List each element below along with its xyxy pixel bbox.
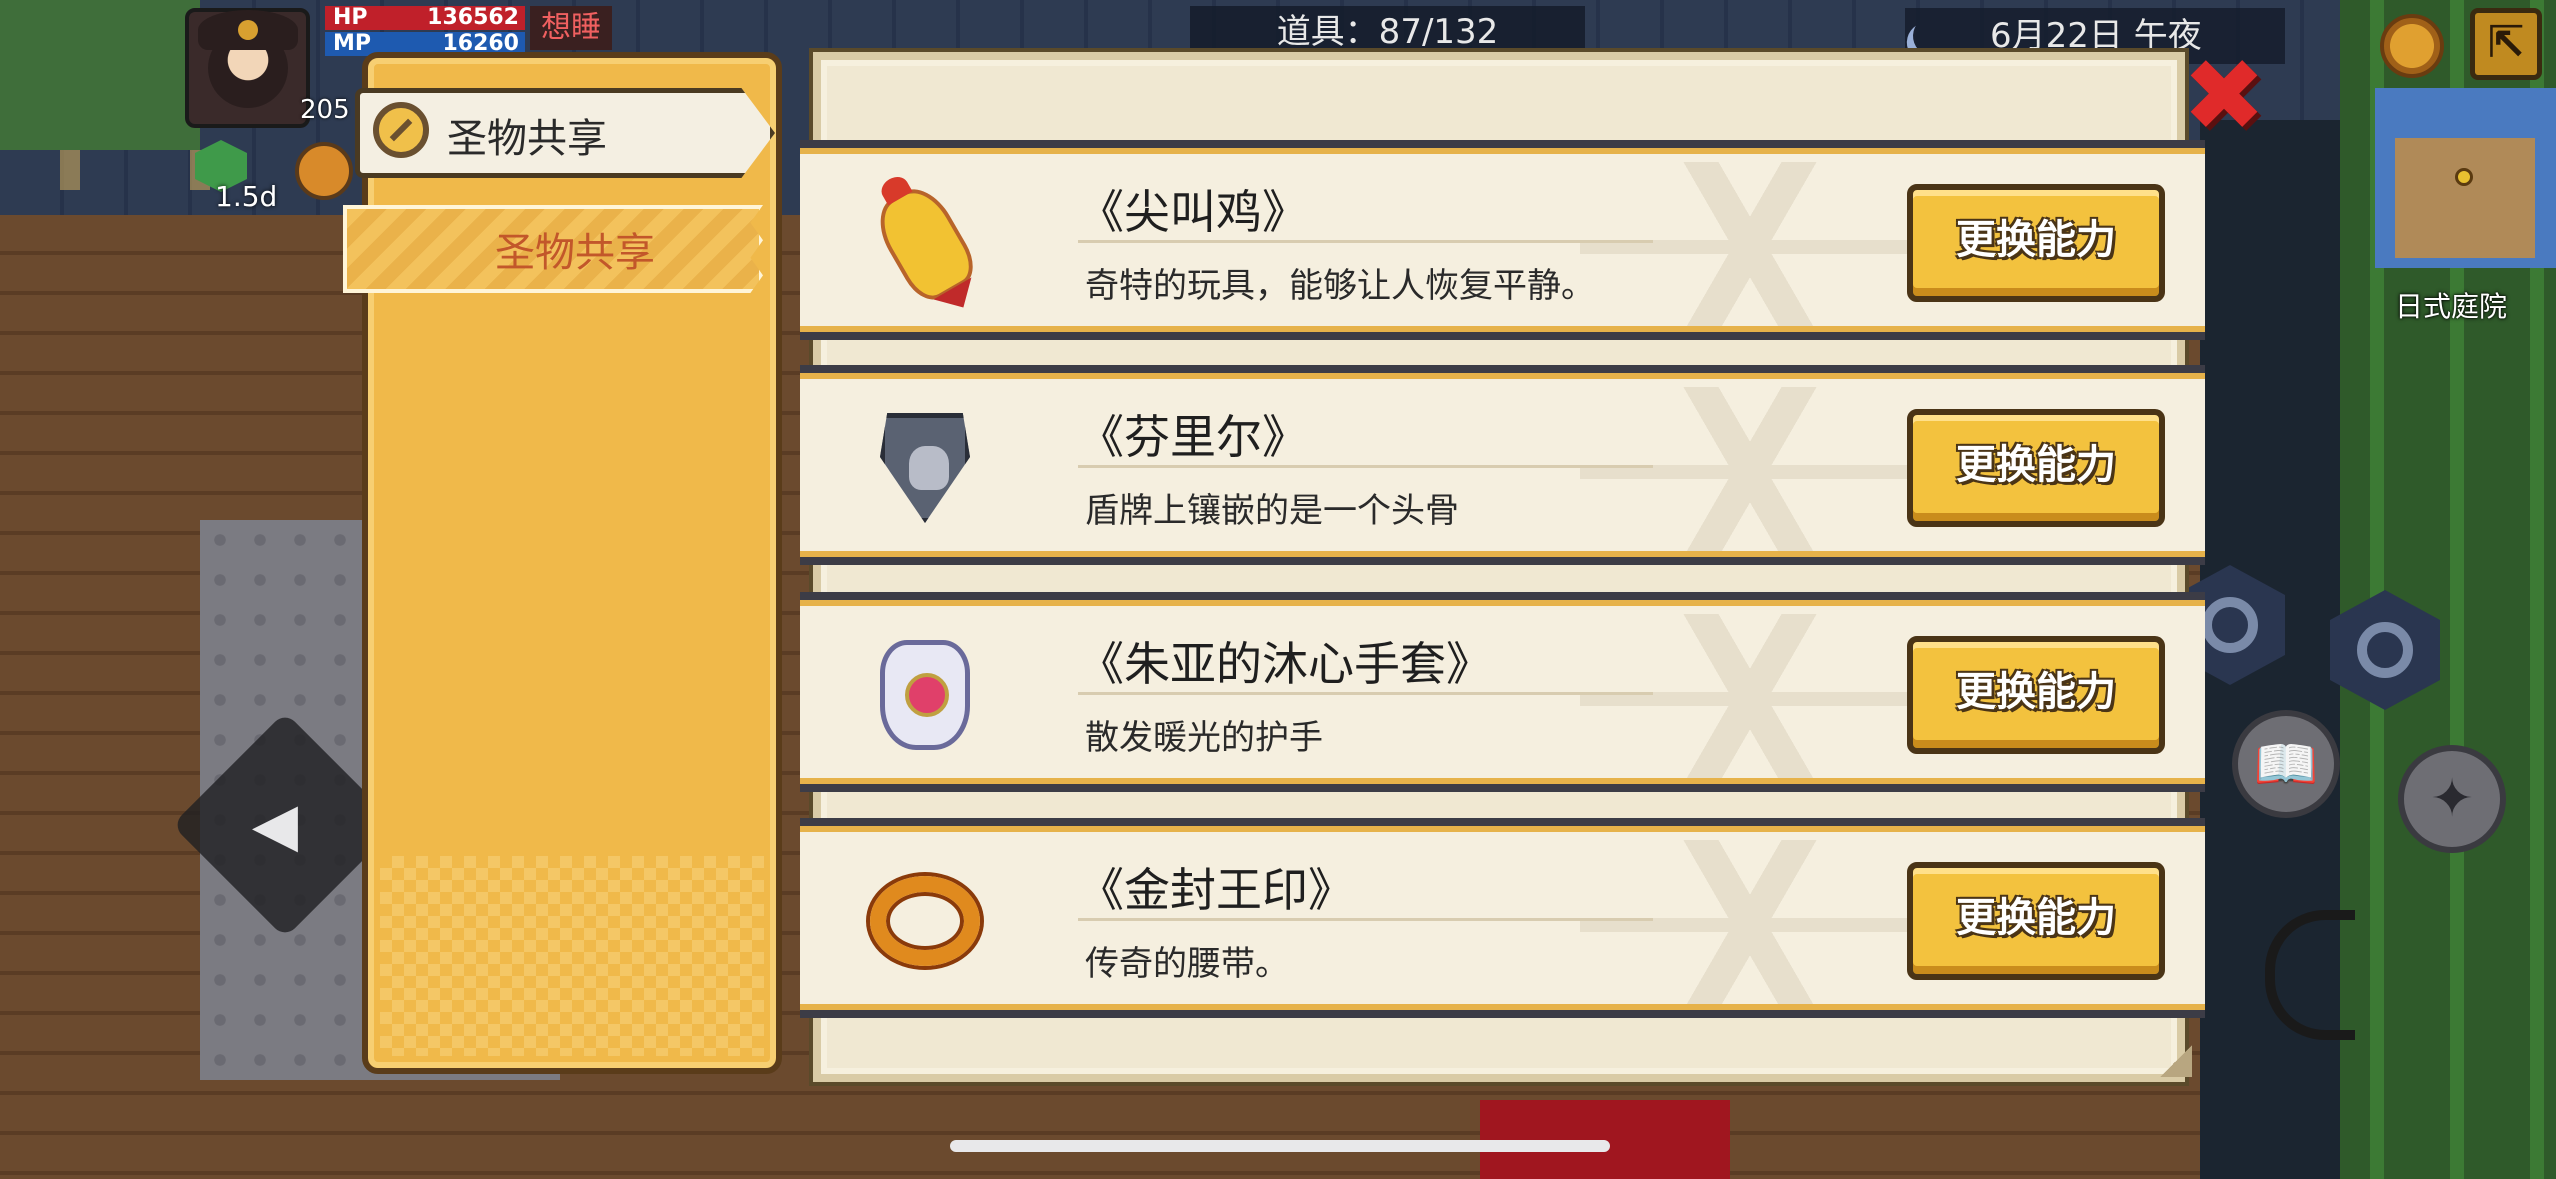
minimap-land <box>2395 138 2535 258</box>
relic-description: 传奇的腰带。 <box>1085 944 1289 984</box>
exit-icon[interactable]: ⇱ <box>2470 8 2542 80</box>
swap-ability-button[interactable]: 更换能力 <box>1907 184 2165 302</box>
relic-card: 《芬里尔》 盾牌上镶嵌的是一个头骨 更换能力 <box>800 365 2205 565</box>
card-watermark <box>1580 840 1920 1010</box>
relic-coin-icon <box>373 102 429 158</box>
relic-description: 盾牌上镶嵌的是一个头骨 <box>1085 491 1459 531</box>
golden-belt-icon <box>860 856 990 986</box>
swap-ability-button[interactable]: 更换能力 <box>1907 862 2165 980</box>
tab-relic-share-label[interactable]: 圣物共享 <box>495 220 655 278</box>
target-ring-icon <box>2357 622 2413 678</box>
book-icon: 📖 <box>2253 734 2319 795</box>
buff-icon-secondary[interactable] <box>295 142 353 200</box>
hp-bar: HP 136562 <box>325 6 525 30</box>
relic-card: 《尖叫鸡》 奇特的玩具，能够让人恢复平静。 更换能力 <box>800 140 2205 340</box>
player-avatar[interactable] <box>185 8 310 128</box>
hp-value: 136562 <box>427 5 519 30</box>
compass-button[interactable]: ✦ <box>2398 745 2506 853</box>
relic-description: 奇特的玩具，能够让人恢复平静。 <box>1085 266 1595 306</box>
relic-card: 《朱亚的沐心手套》 散发暖光的护手 更换能力 <box>800 592 2205 792</box>
buff-timer: 1.5d <box>215 180 278 213</box>
avatar-face <box>197 10 298 108</box>
minimap[interactable] <box>2375 88 2556 268</box>
gauntlet-icon <box>860 630 990 760</box>
wolf-shield-icon <box>860 403 990 533</box>
relic-name: 《朱亚的沐心手套》 <box>1078 637 1492 691</box>
relic-name: 《金封王印》 <box>1078 863 1354 917</box>
player-level: 205 <box>300 95 350 125</box>
relic-divider <box>1078 240 1653 243</box>
close-icon[interactable]: ✖ <box>2180 46 2268 146</box>
avatar-hat <box>197 10 298 50</box>
skill-ring-icon <box>2202 597 2258 653</box>
swap-ability-button[interactable]: 更换能力 <box>1907 409 2165 527</box>
book-button[interactable]: 📖 <box>2232 710 2340 818</box>
map-location-label: 日式庭院 <box>2395 290 2508 323</box>
status-badge: 想睡 <box>530 6 612 50</box>
relic-divider <box>1078 465 1653 468</box>
home-indicator[interactable] <box>950 1140 1610 1152</box>
corner-fold <box>2160 1045 2192 1077</box>
relic-divider <box>1078 692 1653 695</box>
relic-description: 散发暖光的护手 <box>1085 718 1323 758</box>
mp-label: MP <box>333 31 372 56</box>
swap-ability-button[interactable]: 更换能力 <box>1907 636 2165 754</box>
card-watermark <box>1580 162 1920 332</box>
relic-name: 《尖叫鸡》 <box>1078 185 1308 239</box>
card-watermark <box>1580 614 1920 784</box>
grass-patch <box>0 0 200 150</box>
rubber-chicken-icon <box>860 177 990 309</box>
hp-label: HP <box>333 5 368 30</box>
card-watermark <box>1580 387 1920 557</box>
compass-icon: ✦ <box>2430 769 2474 829</box>
tab-panel-title: 圣物共享 <box>447 116 607 162</box>
relic-divider <box>1078 918 1653 921</box>
relic-name: 《芬里尔》 <box>1078 410 1308 464</box>
inventory-counter: 道具：87/132 <box>1190 6 1585 58</box>
tab-panel-pattern <box>380 856 764 1056</box>
minimap-player-marker <box>2455 168 2473 186</box>
dpad-left-arrow-icon[interactable]: ◀ <box>240 790 310 860</box>
relic-card: 《金封王印》 传奇的腰带。 更换能力 <box>800 818 2205 1018</box>
globe-icon[interactable] <box>2380 14 2444 78</box>
